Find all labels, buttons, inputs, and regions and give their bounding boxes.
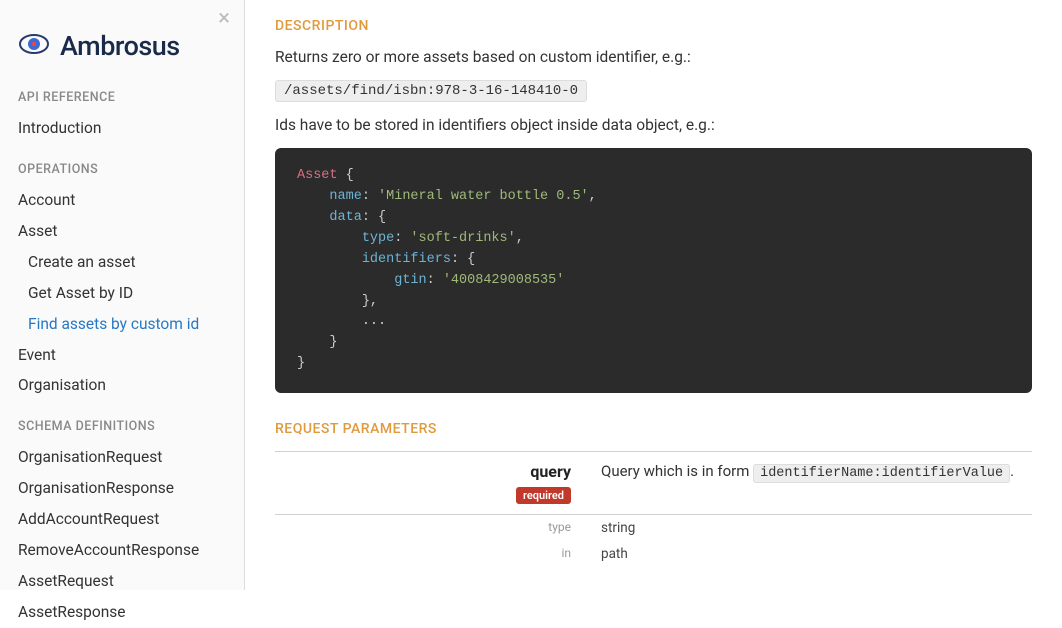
sidebar-heading-operations: OPERATIONS xyxy=(18,162,226,177)
sidebar-item-asset-response[interactable]: AssetResponse xyxy=(18,597,226,628)
sidebar-item-create-asset[interactable]: Create an asset xyxy=(18,247,226,278)
description-line2: Ids have to be stored in identifiers obj… xyxy=(275,116,1032,134)
brand-name: Ambrosus xyxy=(60,30,180,62)
sidebar-item-organisation-response[interactable]: OrganisationResponse xyxy=(18,473,226,504)
eye-logo-icon xyxy=(18,28,50,64)
params-table: query required Query which is in form id… xyxy=(275,451,1032,567)
sidebar-heading-api-ref: API REFERENCE xyxy=(18,90,226,105)
param-type-value: string xyxy=(585,515,1032,541)
param-type-row: type string xyxy=(275,515,1032,541)
sidebar-item-event[interactable]: Event xyxy=(18,340,226,371)
sidebar-item-remove-account-response[interactable]: RemoveAccountResponse xyxy=(18,535,226,566)
param-name-query: query xyxy=(275,462,571,481)
request-params-heading: REQUEST PARAMETERS xyxy=(275,421,1032,437)
param-row-query: query required Query which is in form id… xyxy=(275,452,1032,515)
param-desc-query: Query which is in form identifierName:id… xyxy=(585,452,1032,514)
sidebar-item-find-assets-by-custom-id[interactable]: Find assets by custom id xyxy=(18,309,226,340)
main-content: DESCRIPTION Returns zero or more assets … xyxy=(245,0,1062,590)
sidebar-item-asset[interactable]: Asset xyxy=(18,216,226,247)
description-line1: Returns zero or more assets based on cus… xyxy=(275,48,1032,66)
param-type-label: type xyxy=(275,515,585,541)
sidebar: × Ambrosus API REFERENCE Introduction OP… xyxy=(0,0,245,590)
description-heading: DESCRIPTION xyxy=(275,18,1032,34)
sidebar-item-get-asset-by-id[interactable]: Get Asset by ID xyxy=(18,278,226,309)
logo[interactable]: Ambrosus xyxy=(18,28,226,64)
sidebar-item-organisation-request[interactable]: OrganisationRequest xyxy=(18,442,226,473)
param-in-row: in path xyxy=(275,541,1032,567)
required-badge: required xyxy=(516,487,571,504)
sidebar-item-organisation[interactable]: Organisation xyxy=(18,370,226,401)
sidebar-item-asset-request[interactable]: AssetRequest xyxy=(18,566,226,597)
close-icon[interactable]: × xyxy=(218,8,230,30)
sidebar-heading-schemas: SCHEMA DEFINITIONS xyxy=(18,419,226,434)
sidebar-item-account[interactable]: Account xyxy=(18,185,226,216)
example-path-code: /assets/find/isbn:978-3-16-148410-0 xyxy=(275,80,587,102)
sidebar-item-introduction[interactable]: Introduction xyxy=(18,113,226,144)
param-in-label: in xyxy=(275,541,585,567)
code-example: Asset { name: 'Mineral water bottle 0.5'… xyxy=(275,148,1032,393)
param-in-value: path xyxy=(585,541,1032,567)
sidebar-item-add-account-request[interactable]: AddAccountRequest xyxy=(18,504,226,535)
